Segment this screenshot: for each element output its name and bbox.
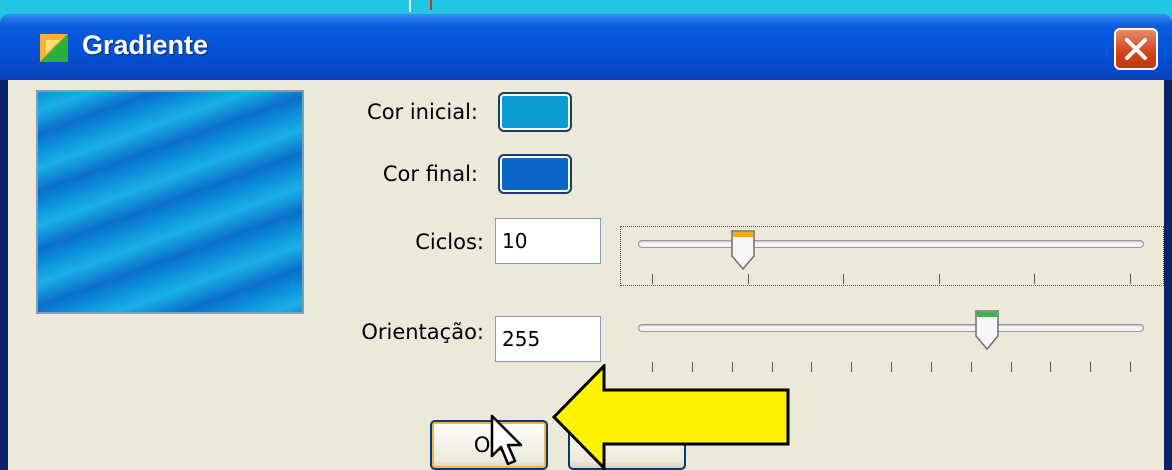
- yellow-arrow-annotation: [551, 364, 790, 470]
- slider-tick: [1034, 274, 1036, 284]
- slider-tick: [1010, 362, 1012, 372]
- slider-tick: [652, 274, 653, 284]
- slider-tick: [851, 362, 853, 372]
- close-icon: [1125, 38, 1147, 60]
- slider-tick: [1090, 362, 1092, 372]
- slider-tick: [891, 362, 892, 372]
- orientacao-slider-thumb[interactable]: [973, 308, 1001, 352]
- ciclos-slider-track: [638, 240, 1144, 248]
- cor-inicial-label: Cor inicial:: [367, 100, 478, 124]
- slider-tick: [930, 362, 932, 372]
- background-mark-red: [430, 0, 432, 10]
- cor-inicial-color-button[interactable]: [498, 92, 572, 132]
- title-bar[interactable]: Gradiente: [0, 14, 1172, 80]
- ciclos-label: Ciclos:: [415, 230, 484, 254]
- ciclos-slider-thumb[interactable]: [729, 228, 757, 272]
- slider-tick: [843, 274, 845, 284]
- slider-tick: [747, 274, 749, 284]
- ciclos-input[interactable]: 10: [495, 218, 601, 264]
- orientacao-slider-track: [638, 324, 1144, 332]
- orientacao-label: Orientação:: [361, 320, 484, 344]
- cor-final-label: Cor final:: [382, 162, 478, 186]
- window-title: Gradiente: [82, 30, 209, 60]
- slider-tick: [1050, 362, 1052, 372]
- ciclos-slider[interactable]: [638, 228, 1144, 288]
- background-mark: [409, 0, 411, 12]
- slider-tick: [970, 362, 972, 372]
- mouse-cursor-icon: [490, 414, 523, 466]
- gradient-app-icon: [40, 34, 68, 62]
- slider-tick: [938, 274, 940, 284]
- slider-tick: [1130, 362, 1131, 372]
- cor-final-color-button[interactable]: [498, 154, 572, 194]
- orientacao-input[interactable]: 255: [495, 316, 601, 362]
- slider-tick: [1130, 274, 1131, 284]
- desktop-background: [0, 0, 1172, 14]
- slider-tick: [811, 362, 813, 372]
- close-button[interactable]: [1114, 28, 1158, 70]
- gradient-preview: [36, 90, 304, 314]
